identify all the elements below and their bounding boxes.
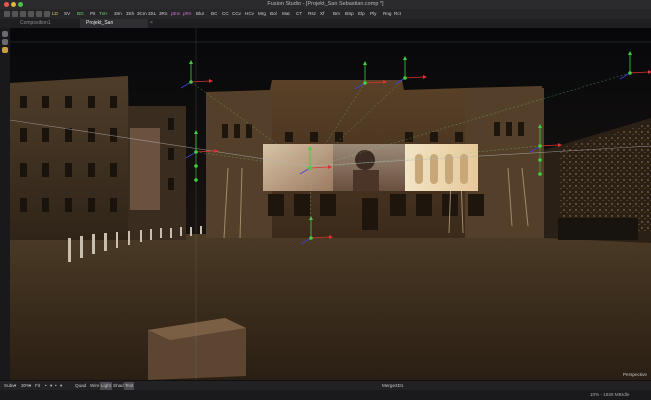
text-button[interactable]: Text xyxy=(124,382,135,390)
memory-usage: 10% - 1836 MB xyxy=(590,392,622,397)
3d-viewport[interactable]: Perspective xyxy=(10,28,651,380)
tool-button-bg[interactable]: BG xyxy=(77,10,84,18)
tool-button-blur[interactable]: Blur xyxy=(196,10,204,18)
toolbar-icon-6[interactable] xyxy=(44,11,50,17)
tool-button-bsp[interactable]: BSp xyxy=(345,10,354,18)
tool-button-pit[interactable]: Pit xyxy=(90,10,95,18)
tool-button-mat[interactable]: Mat xyxy=(282,10,290,18)
viewer-option-icon-2[interactable] xyxy=(2,39,8,45)
chevron-down-icon: ▾ xyxy=(50,383,53,388)
3d-scene xyxy=(10,28,651,380)
quad-button[interactable]: Quad xyxy=(74,382,87,390)
tab-projekt-san-sebastian[interactable]: Projekt_San Sebastian.comp * xyxy=(80,19,148,35)
toolbar-icon-2[interactable] xyxy=(12,11,18,17)
light-button[interactable]: Light xyxy=(100,382,112,390)
close-tab-icon[interactable]: × xyxy=(150,19,153,28)
tool-button-3cm[interactable]: 3Cm xyxy=(137,10,147,18)
render-state: Idle xyxy=(622,392,630,397)
tool-button-sv[interactable]: SV xyxy=(64,10,70,18)
toolbar-icon-4[interactable] xyxy=(28,11,34,17)
tool-button-rct[interactable]: Rct xyxy=(394,10,401,18)
tool-button-xf[interactable]: Xf xyxy=(320,10,324,18)
tool-button-pem[interactable]: pEm xyxy=(171,10,180,18)
chevron-down-icon: ▾ xyxy=(14,383,17,388)
tool-button-ct[interactable]: CT xyxy=(296,10,302,18)
viewed-node-name: Merge3D1 xyxy=(382,383,404,388)
toolbar-icon-3[interactable] xyxy=(20,11,26,17)
tool-button-rsz[interactable]: Rsz xyxy=(308,10,316,18)
viewer-option-icon-1[interactable] xyxy=(2,31,8,37)
tab-composition1[interactable]: Composition1 xyxy=(14,19,76,28)
options-icon[interactable]: • xyxy=(55,382,57,390)
tool-button-txt+[interactable]: Txt+ xyxy=(99,10,108,18)
tool-button-bm[interactable]: Bm xyxy=(333,10,340,18)
tool-button-ld[interactable]: LD xyxy=(52,10,58,18)
toolbar-icon-5[interactable] xyxy=(36,11,42,17)
viewer-option-icon-3[interactable] xyxy=(2,47,8,53)
camera-label: Perspective xyxy=(622,372,647,377)
tool-button-rng[interactable]: Rng xyxy=(383,10,391,18)
tool-button-cc[interactable]: CC xyxy=(222,10,229,18)
toolbar-icon-1[interactable] xyxy=(4,11,10,17)
tool-button-prn[interactable]: pRn xyxy=(183,10,191,18)
fit-button[interactable]: Fit xyxy=(34,382,41,390)
tool-button-3sl[interactable]: 3SL xyxy=(148,10,156,18)
tool-button-3sh[interactable]: 3Sh xyxy=(126,10,134,18)
tool-button-bc[interactable]: BC xyxy=(211,10,217,18)
tool-button-mrg[interactable]: Mrg xyxy=(258,10,266,18)
window-title: Fusion Studio - [Projekt_San Sebastian.c… xyxy=(267,1,384,7)
tool-button-elp[interactable]: Elp xyxy=(358,10,365,18)
tool-button-bol[interactable]: Bol xyxy=(270,10,277,18)
tool-button-ply[interactable]: Ply xyxy=(370,10,376,18)
tool-button-ccv[interactable]: CCv xyxy=(232,10,241,18)
app-status-bar: 10% - 1836 MB Idle xyxy=(0,390,651,400)
tool-button-3im[interactable]: 3Im xyxy=(114,10,122,18)
chevron-down-icon: ▾ xyxy=(29,383,32,388)
tool-button-3rn[interactable]: 3Rn xyxy=(159,10,167,18)
chevron-down-icon: ▾ xyxy=(60,383,63,388)
tool-button-hcv[interactable]: HCv xyxy=(245,10,254,18)
wire-button[interactable]: Wire xyxy=(89,382,100,390)
shad-button[interactable]: Shad xyxy=(112,382,125,390)
lock-icon[interactable]: • xyxy=(45,382,47,390)
